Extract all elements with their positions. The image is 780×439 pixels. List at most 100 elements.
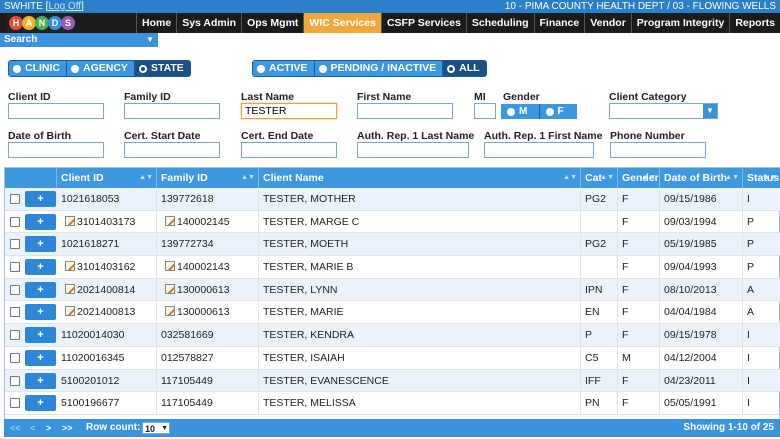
auth-rep-first-input[interactable] [484,142,594,158]
client-id-input[interactable] [8,103,104,119]
nav-item-ops-mgmt[interactable]: Ops Mgmt [241,13,303,33]
expand-row-button[interactable]: + [25,349,56,366]
row-checkbox[interactable] [10,284,20,295]
nav-item-sys-admin[interactable]: Sys Admin [176,13,241,33]
column-header-client-name[interactable]: Client Name ▲▼ [259,168,581,188]
expand-row-button[interactable]: + [25,372,56,389]
cell-value: F [622,397,629,410]
cell-value: F [622,283,629,296]
column-header-cat[interactable]: Cat ▲▼ [581,168,618,188]
radio-icon [257,64,265,73]
row-checkbox[interactable] [10,398,20,409]
nav-item-vendor[interactable]: Vendor [584,13,631,33]
expand-row-button[interactable]: + [25,236,56,253]
expand-row-button[interactable]: + [25,213,56,230]
logoff-link[interactable]: Log Off [48,1,81,12]
table-row[interactable]: +1021618053 139772618 TESTER, MOTHER PG2 F 09… [5,188,780,211]
cell-value: 1021618271 [61,238,120,251]
table-row[interactable]: +2021400813 130000613 TESTER, MARIE EN F 04/0… [5,301,780,325]
client-category-select[interactable]: ▼ [609,103,718,119]
scope-option-clinic[interactable]: CLINIC [9,61,67,76]
phone-label: Phone Number [610,130,685,142]
column-header-gender[interactable]: Gender ▲▼ [618,168,660,188]
expand-row-button[interactable]: + [25,259,56,276]
table-row[interactable]: +11020016345 012578827 TESTER, ISAIAH C5 M 04… [5,346,780,370]
scope-option-agency[interactable]: AGENCY [67,61,135,76]
column-header-family-id[interactable]: Family ID ▲▼ [157,168,259,188]
first-name-input[interactable] [357,103,453,119]
status-option-pending-inactive[interactable]: PENDING / INACTIVE [314,61,444,76]
gender-f-option[interactable]: F [539,104,577,119]
table-row[interactable]: +11020014030 032581669 TESTER, KENDRA P F 09/… [5,324,780,347]
last-page-button[interactable]: >> [62,419,73,437]
row-count-select[interactable]: 10 ▼ [142,422,170,434]
nav-item-scheduling[interactable]: Scheduling [465,13,534,33]
row-checkbox[interactable] [10,194,20,204]
expand-row-button[interactable]: + [25,281,56,298]
cell-value: TESTER, MOTHER [263,193,356,205]
cell-gender: F [618,324,660,347]
cert-start-label: Cert. Start Date [124,130,201,142]
radio-icon [318,64,327,73]
cert-start-input[interactable] [124,142,220,158]
table-row[interactable]: +1021618271 139772734 TESTER, MOETH PG2 F 05/… [5,233,780,257]
nav-item-finance[interactable]: Finance [533,13,585,33]
auth-rep-last-input[interactable] [357,142,469,158]
phone-input[interactable] [610,142,706,158]
prev-page-button[interactable]: < [30,419,35,437]
cell-status: I [743,392,780,415]
table-row[interactable]: +5100201012 117105449 TESTER, EVANESCENCE I… [5,369,780,393]
row-checkbox[interactable] [10,352,20,363]
gender-m-option[interactable]: M [501,104,540,119]
last-name-input[interactable] [241,103,337,119]
edit-pencil-icon[interactable] [65,215,75,226]
row-checkbox[interactable] [10,239,20,250]
expand-row-button[interactable]: + [25,395,56,412]
edit-pencil-icon[interactable] [65,283,75,294]
status-option-active[interactable]: ACTIVE [253,61,315,76]
expand-row-button[interactable]: + [25,191,56,207]
row-checkbox[interactable] [10,330,20,341]
family-id-input[interactable] [124,103,220,119]
edit-pencil-icon[interactable] [165,215,175,226]
scope-option-state[interactable]: STATE [134,61,190,76]
table-row[interactable]: +5100196677 117105449 TESTER, MELISSA PN F 05… [5,392,780,415]
cell-family-id: 012578827 [157,346,259,370]
search-panel-header[interactable]: Search ▼ [0,33,158,47]
dob-input[interactable] [8,142,104,158]
edit-pencil-icon[interactable] [165,283,175,294]
cell-dob: 05/05/1991 [660,392,743,415]
nav-item-csfp-services[interactable]: CSFP Services [380,13,466,33]
cert-end-input[interactable] [241,142,337,158]
cell-value: F [622,261,629,274]
column-header-status[interactable]: Status ▲▼ [743,168,780,188]
table-row[interactable]: +2021400814 130000613 TESTER, LYNN IPN F 08/1… [5,278,780,302]
cell-dob: 04/23/2011 [660,369,743,393]
expand-row-button[interactable]: + [25,327,56,344]
edit-pencil-icon[interactable] [165,261,175,272]
radio-icon [447,64,456,73]
expand-row-button[interactable]: + [25,304,56,321]
nav-item-reports[interactable]: Reports [729,13,780,33]
status-option-all[interactable]: ALL [443,61,486,76]
table-row[interactable]: +3101403162 140002143 TESTER, MARIE B F 09/0… [5,256,780,279]
client-category-label: Client Category [609,91,687,103]
row-checkbox[interactable] [10,216,20,227]
organization-label: 10 - PIMA COUNTY HEALTH DEPT / 03 - FLOW… [504,1,776,12]
first-page-button[interactable]: << [10,419,21,437]
row-checkbox[interactable] [10,307,20,318]
mi-input[interactable] [474,103,496,119]
edit-pencil-icon[interactable] [65,306,75,317]
row-checkbox[interactable] [10,375,20,386]
edit-pencil-icon[interactable] [165,306,175,317]
cell-value: 3101403173 [77,215,136,228]
edit-pencil-icon[interactable] [65,261,75,272]
column-header-date-of-birth[interactable]: Date of Birth ▲▼ [660,168,743,188]
table-row[interactable]: +3101403173 140002145 TESTER, MARGE C F 09/0… [5,210,780,234]
column-header-client-id[interactable]: Client ID ▲▼ [57,168,157,188]
next-page-button[interactable]: > [46,419,51,437]
nav-item-program-integrity[interactable]: Program Integrity [630,13,730,33]
nav-item-wic-services[interactable]: WIC Services [303,13,381,33]
nav-item-home[interactable]: Home [136,13,176,33]
row-checkbox[interactable] [10,262,20,273]
